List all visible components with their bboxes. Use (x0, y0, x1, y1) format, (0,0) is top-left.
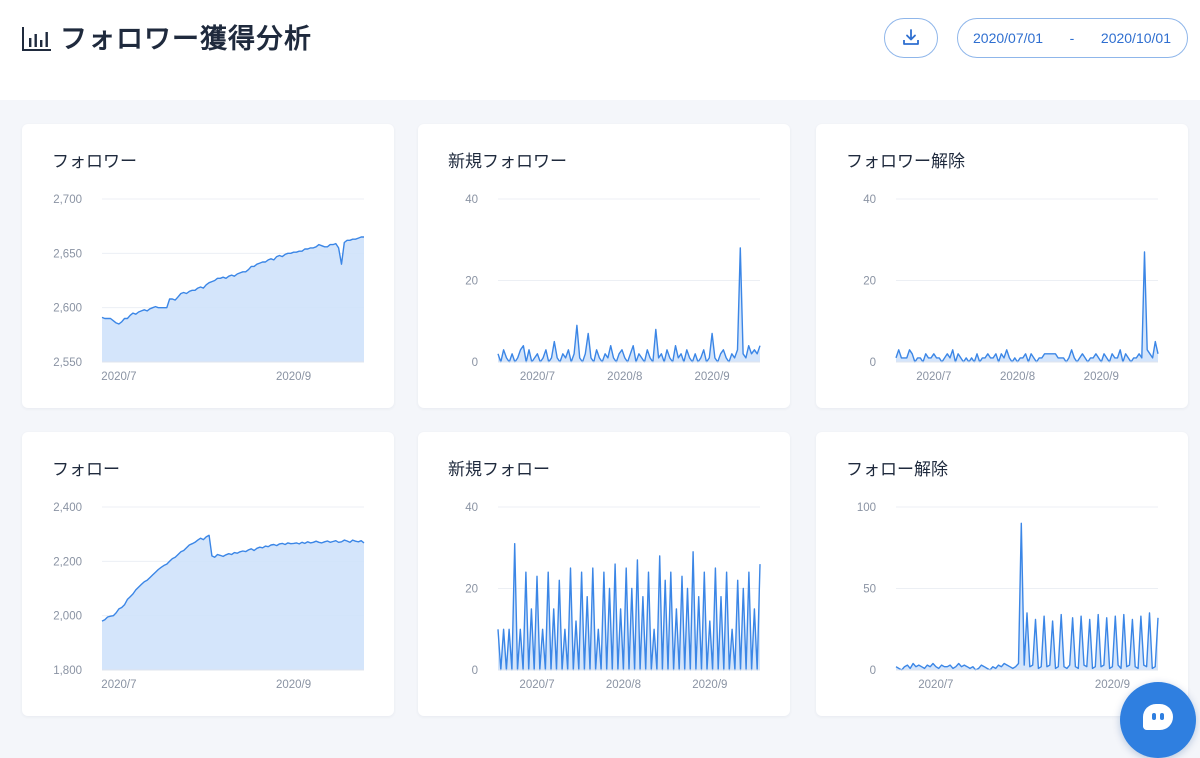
y-tick-label: 50 (863, 584, 876, 596)
x-tick-label: 2020/7 (101, 679, 136, 691)
bar-chart-icon (22, 27, 51, 51)
y-tick-label: 0 (870, 665, 876, 677)
card-following: フォロー 1,800 2,000 2,200 2,400 2020/7 2020/9 (22, 432, 394, 716)
card-new-following: 新規フォロー 0 20 40 2020/7 2020/8 2020/9 (418, 432, 790, 716)
y-tick-label: 2,650 (53, 248, 82, 260)
card-following-removals: フォロー解除 0 50 100 2020/7 2020/9 (816, 432, 1188, 716)
date-to[interactable]: 2020/10/01 (1101, 30, 1171, 46)
card-followers: フォロワー 2,550 2,600 2,650 2,700 2020/7 2020/9 (22, 124, 394, 408)
y-tick-label: 2,400 (53, 502, 82, 514)
x-tick-label: 2020/8 (606, 679, 641, 691)
y-tick-label: 2,200 (53, 556, 82, 568)
y-tick-label: 20 (863, 276, 876, 288)
y-tick-label: 40 (863, 194, 876, 206)
x-tick-label: 2020/7 (519, 679, 554, 691)
chat-button[interactable] (1120, 682, 1196, 758)
chart-following-removals: 0 50 100 2020/7 2020/9 (857, 502, 1159, 691)
series-area (102, 535, 364, 670)
card-new-followers: 新規フォロワー 0 20 40 2020/7 2020/8 2020/9 (418, 124, 790, 408)
series-line (497, 247, 761, 363)
y-tick-label: 0 (472, 665, 478, 677)
y-tick-label: 40 (465, 502, 478, 514)
x-tick-label: 2020/9 (276, 371, 311, 383)
y-tick-label: 0 (870, 357, 876, 369)
download-button[interactable] (884, 18, 938, 58)
series-area (102, 237, 364, 362)
series-area (896, 252, 1158, 362)
date-from[interactable]: 2020/07/01 (973, 30, 1043, 46)
x-tick-label: 2020/9 (692, 679, 727, 691)
download-icon (903, 29, 919, 45)
date-range-picker[interactable]: 2020/07/01 - 2020/10/01 (957, 18, 1188, 58)
y-tick-label: 0 (472, 357, 478, 369)
series-area (498, 247, 760, 362)
page-title: フォロワー獲得分析 (60, 24, 312, 55)
y-tick-label: 20 (465, 276, 478, 288)
y-tick-label: 2,000 (53, 611, 82, 623)
x-tick-label: 2020/7 (520, 371, 555, 383)
x-tick-label: 2020/8 (607, 371, 642, 383)
x-tick-label: 2020/7 (916, 371, 951, 383)
y-tick-label: 2,600 (53, 303, 82, 315)
x-tick-label: 2020/8 (1000, 371, 1035, 383)
chart-new-following: 0 20 40 2020/7 2020/8 2020/9 (465, 502, 761, 691)
y-tick-label: 2,550 (53, 357, 82, 369)
chart-follower-removals: 0 20 40 2020/7 2020/8 2020/9 (863, 194, 1159, 383)
y-tick-label: 20 (465, 584, 478, 596)
x-tick-label: 2020/9 (695, 371, 730, 383)
x-tick-label: 2020/9 (276, 679, 311, 691)
y-tick-label: 100 (857, 502, 876, 514)
series-area (896, 523, 1158, 670)
series-line (895, 251, 1159, 363)
chat-bubble-icon (1143, 704, 1173, 730)
date-separator: - (1069, 30, 1075, 46)
chart-following: 1,800 2,000 2,200 2,400 2020/7 2020/9 (53, 502, 365, 691)
x-tick-label: 2020/9 (1084, 371, 1119, 383)
chat-eye-left (1152, 713, 1156, 720)
y-tick-label: 40 (465, 194, 478, 206)
x-tick-label: 2020/7 (101, 371, 136, 383)
x-tick-label: 2020/7 (918, 679, 953, 691)
y-tick-label: 2,700 (53, 194, 82, 206)
chart-followers: 2,550 2,600 2,650 2,700 2020/7 2020/9 (53, 194, 364, 383)
header-bar: フォロワー獲得分析 2020/07/01 - 2020/10/01 (0, 0, 1200, 100)
chat-eye-right (1160, 713, 1164, 720)
chart-new-followers: 0 20 40 2020/7 2020/8 2020/9 (465, 194, 761, 383)
y-tick-label: 1,800 (53, 665, 82, 677)
x-tick-label: 2020/9 (1095, 679, 1130, 691)
card-follower-removals: フォロワー解除 0 20 40 2020/7 2020/8 2020/9 (816, 124, 1188, 408)
